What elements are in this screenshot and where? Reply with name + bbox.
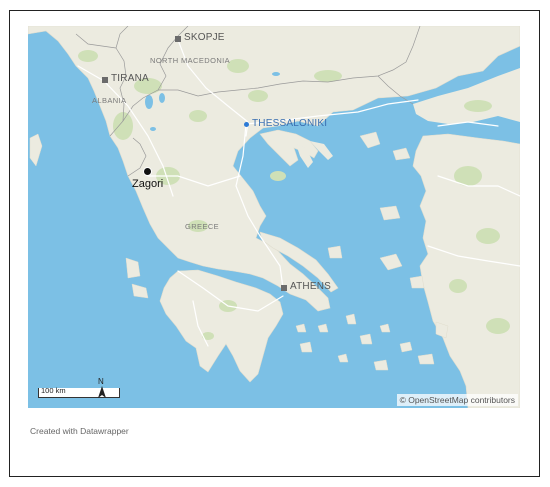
country-label-north-macedonia: NORTH MACEDONIA (150, 56, 231, 65)
athens-marker (281, 285, 287, 291)
scale-label: 100 km (41, 386, 66, 395)
map-basemap (28, 26, 520, 408)
tirana-marker (102, 77, 108, 83)
country-label-albania: ALBANIA (92, 96, 127, 105)
thessaloniki-marker (244, 122, 249, 127)
skopje-label: SKOPJE (184, 32, 225, 43)
north-arrow-icon (98, 386, 106, 398)
map-view[interactable]: SKOPJE TIRANA THESSALONIKI ATHENS NORTH … (28, 26, 520, 408)
athens-label: ATHENS (290, 281, 332, 292)
north-label: N (98, 377, 104, 386)
country-label-greece: GREECE (185, 222, 220, 231)
zagori-label: Zagori (132, 178, 164, 190)
footer-credit[interactable]: Created with Datawrapper (30, 426, 129, 436)
zagori-marker[interactable] (143, 167, 152, 176)
tirana-label: TIRANA (111, 73, 149, 84)
map-attribution[interactable]: © OpenStreetMap contributors (396, 394, 518, 406)
skopje-marker (175, 36, 181, 42)
thessaloniki-label: THESSALONIKI (252, 118, 328, 129)
